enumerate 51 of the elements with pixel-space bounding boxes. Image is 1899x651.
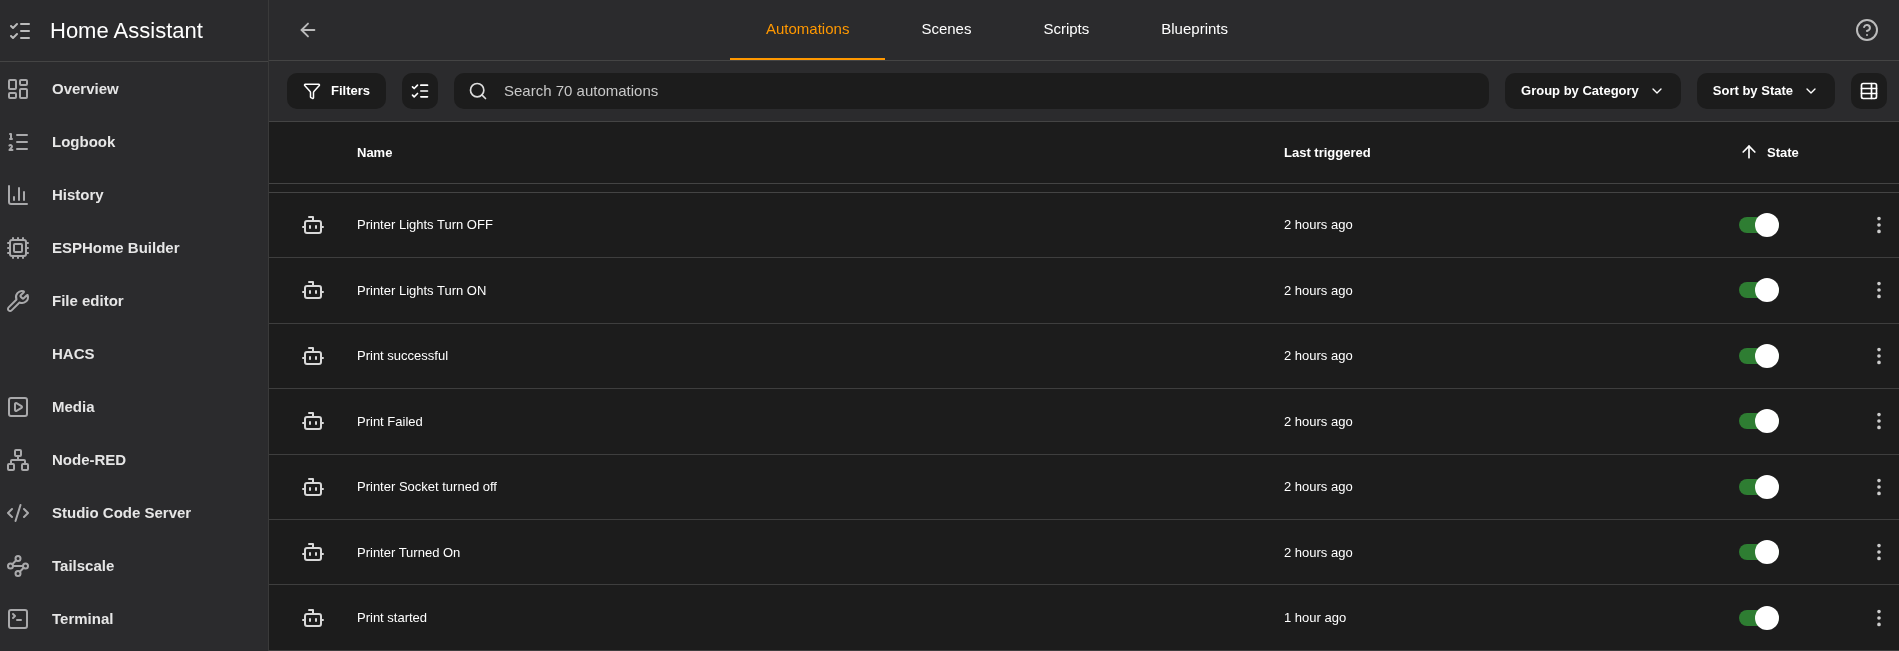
network-icon bbox=[6, 447, 30, 472]
column-header[interactable]: Name bbox=[357, 144, 1284, 160]
sidebar-item[interactable]: Media bbox=[0, 380, 268, 433]
tab[interactable]: Scripts bbox=[1007, 0, 1126, 60]
dashboard-icon bbox=[6, 76, 30, 101]
terminal-icon bbox=[6, 606, 30, 631]
automation-name: Print Failed bbox=[357, 413, 424, 429]
search-icon bbox=[468, 80, 488, 101]
tab[interactable]: Scenes bbox=[885, 0, 1008, 60]
filter-icon bbox=[303, 81, 321, 100]
last-triggered: 1 hour ago bbox=[1284, 610, 1348, 626]
sidebar-item[interactable]: Tailscale bbox=[0, 539, 268, 592]
automation-name: Printer Socket turned off bbox=[357, 479, 498, 495]
app-title: Home Assistant bbox=[50, 17, 203, 44]
last-triggered: 2 hours ago bbox=[1284, 348, 1354, 364]
wrench-icon bbox=[6, 288, 30, 313]
last-triggered: 2 hours ago bbox=[1284, 479, 1354, 495]
sidebar-item[interactable]: Studio Code Server bbox=[0, 486, 268, 539]
sidebar-item[interactable]: Overview bbox=[0, 62, 268, 115]
tab[interactable]: Automations bbox=[730, 0, 886, 60]
automation-name: Printer Lights Turn OFF bbox=[357, 217, 494, 233]
sort-dropdown[interactable]: Sort by State bbox=[1696, 72, 1835, 109]
filters-button[interactable]: Filters bbox=[287, 72, 386, 109]
sidebar-item[interactable]: History bbox=[0, 168, 268, 221]
sidebar-item[interactable]: HACS bbox=[0, 327, 268, 380]
tab[interactable]: Blueprints bbox=[1125, 0, 1264, 60]
search-input[interactable]: Search 70 automations bbox=[502, 81, 1476, 101]
sidebar-item[interactable]: Terminal bbox=[0, 592, 268, 645]
bar-chart-icon bbox=[6, 182, 30, 207]
group-by-dropdown[interactable]: Group by Category bbox=[1505, 72, 1681, 109]
automation-name: Print started bbox=[357, 610, 429, 626]
sidebar-item[interactable]: File editor bbox=[0, 274, 268, 327]
last-triggered: 2 hours ago bbox=[1284, 217, 1354, 233]
automation-name: Print successful bbox=[357, 348, 450, 364]
column-header[interactable]: Last triggered bbox=[1284, 144, 1739, 160]
sidebar-item[interactable]: ESPHome Builder bbox=[0, 221, 268, 274]
automation-name: Printer Turned On bbox=[357, 544, 462, 560]
table-icon bbox=[1859, 80, 1879, 101]
search-bar[interactable]: Search 70 automations bbox=[454, 72, 1490, 109]
select-mode-button[interactable] bbox=[402, 72, 438, 109]
automation-name: Printer Lights Turn ON bbox=[357, 282, 488, 298]
chip-icon bbox=[6, 235, 30, 260]
last-triggered: 2 hours ago bbox=[1284, 413, 1354, 429]
last-triggered: 2 hours ago bbox=[1284, 544, 1354, 560]
sidebar-item[interactable]: Logbook bbox=[0, 115, 268, 168]
last-triggered: 2 hours ago bbox=[1284, 282, 1354, 298]
help-icon[interactable] bbox=[1855, 17, 1879, 42]
play-icon bbox=[6, 394, 30, 419]
column-header[interactable]: State bbox=[1767, 144, 1799, 160]
table-settings-button[interactable] bbox=[1851, 72, 1887, 109]
sidebar-item[interactable]: Node-RED bbox=[0, 433, 268, 486]
